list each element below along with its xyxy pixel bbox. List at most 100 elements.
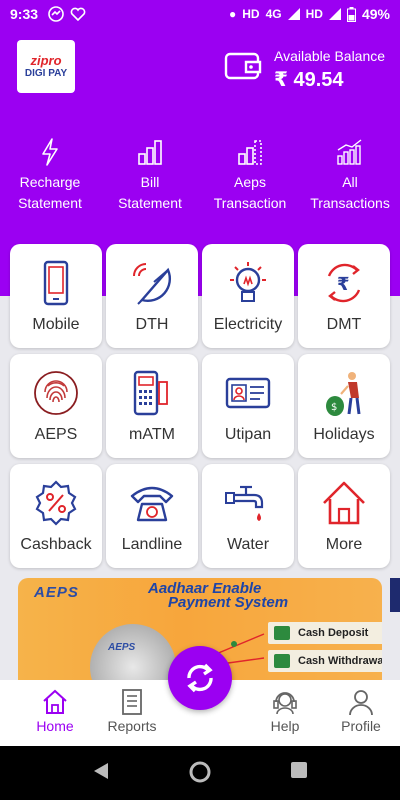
cash-icon	[274, 626, 290, 640]
service-water[interactable]: Water	[202, 464, 294, 568]
battery-icon	[346, 6, 356, 22]
service-label: mATM	[129, 426, 175, 443]
balance-amount: ₹ 49.54	[274, 69, 344, 91]
service-holidays[interactable]: $ Holidays	[298, 354, 390, 458]
service-label: Cashback	[20, 536, 92, 553]
mobile-icon	[43, 260, 69, 306]
service-label: Mobile	[32, 316, 80, 333]
bulb-icon	[230, 262, 266, 302]
quick-action-label: Transactions	[310, 195, 390, 211]
quick-action-all-transactions[interactable]: All Transactions	[302, 138, 398, 214]
service-utipan[interactable]: Utipan	[202, 354, 294, 458]
svg-text:₹: ₹	[337, 274, 350, 295]
service-landline[interactable]: Landline	[106, 464, 198, 568]
logo-line1: zipro	[30, 52, 62, 68]
bolt-icon	[42, 138, 58, 166]
service-label: Landline	[121, 536, 183, 553]
system-nav-bar	[0, 746, 400, 800]
banner-logo: AEPS	[34, 584, 79, 601]
nav-label: Home	[36, 718, 74, 734]
banner-pill-cash-deposit: Cash Deposit	[268, 622, 382, 644]
service-label: DMT	[326, 316, 362, 333]
messenger-icon	[48, 6, 64, 22]
bar-chart-icon	[238, 140, 262, 165]
quick-action-recharge-statement[interactable]: Recharge Statement	[2, 138, 98, 214]
cash-icon	[274, 654, 290, 668]
rupee-transfer-icon: ₹	[327, 263, 361, 303]
telephone-icon	[130, 486, 174, 522]
service-dth[interactable]: DTH	[106, 244, 198, 348]
heart-icon	[70, 7, 86, 22]
holidays-icon: $	[326, 372, 361, 416]
pill-label: Cash Deposit	[298, 627, 369, 639]
id-card-icon	[225, 377, 271, 409]
svg-text:$: $	[331, 402, 337, 413]
banner-pill-cash-withdrawal: Cash Withdrawal	[268, 650, 382, 672]
service-label: More	[325, 536, 363, 553]
service-label: Utipan	[224, 426, 272, 443]
quick-action-label: Statement	[18, 195, 82, 211]
bar-chart-icon	[138, 140, 162, 165]
home-icon	[43, 689, 67, 714]
nav-home[interactable]: Home	[20, 688, 90, 734]
balance-card[interactable]: Available Balance ₹ 49.54	[224, 46, 394, 96]
service-aeps[interactable]: AEPS	[10, 354, 102, 458]
nav-profile[interactable]: Profile	[326, 688, 396, 734]
quick-action-label: Aeps	[234, 174, 266, 190]
notification-icons	[48, 6, 86, 22]
reports-icon	[122, 689, 142, 715]
battery-percent: 49%	[361, 6, 390, 22]
service-label: Electricity	[213, 316, 283, 333]
percent-badge-icon	[35, 480, 77, 526]
service-label: Holidays	[313, 426, 375, 443]
refresh-fab[interactable]	[168, 646, 232, 710]
nav-reports[interactable]: Reports	[97, 688, 167, 734]
service-dmt[interactable]: ₹ DMT	[298, 244, 390, 348]
quick-action-label: Bill	[140, 174, 160, 190]
nav-label: Reports	[107, 718, 157, 734]
app-logo: zipro DIGI PAY	[17, 40, 75, 93]
refresh-icon	[187, 663, 213, 693]
service-label: AEPS	[34, 426, 78, 443]
next-banner-peek	[390, 578, 400, 612]
pos-machine-icon	[133, 370, 168, 416]
service-more[interactable]: More	[298, 464, 390, 568]
network-hd: HD	[242, 7, 260, 21]
signal-icon	[328, 8, 341, 20]
water-tap-icon	[225, 485, 264, 521]
nav-help[interactable]: Help	[250, 688, 320, 734]
status-time: 9:33	[10, 6, 39, 22]
logo-line2: DIGI PAY	[24, 67, 68, 79]
headset-icon	[273, 692, 297, 715]
service-mobile[interactable]: Mobile	[10, 244, 102, 348]
disc-label: AEPS	[108, 642, 136, 653]
nav-label: Help	[270, 718, 300, 734]
quick-action-label: All	[342, 174, 358, 190]
quick-action-aeps-transaction[interactable]: Aeps Transaction	[202, 138, 298, 214]
service-label: DTH	[135, 316, 169, 333]
satellite-dish-icon	[133, 263, 171, 305]
network-hd-2: HD	[305, 7, 323, 21]
dot-icon: ●	[229, 7, 237, 21]
network-4g: 4G	[265, 7, 282, 21]
trend-chart-icon	[337, 139, 362, 165]
service-electricity[interactable]: Electricity	[202, 244, 294, 348]
service-cashback[interactable]: Cashback	[10, 464, 102, 568]
nav-label: Profile	[341, 718, 381, 734]
quick-action-label: Transaction	[213, 195, 287, 211]
recents-icon[interactable]	[290, 761, 308, 779]
quick-action-label: Recharge	[19, 174, 81, 190]
pill-label: Cash Withdrawal	[298, 655, 382, 667]
wallet-icon	[224, 52, 262, 80]
service-label: Water	[226, 536, 270, 553]
back-icon[interactable]	[92, 761, 110, 781]
balance-label: Available Balance	[274, 48, 386, 64]
quick-action-bill-statement[interactable]: Bill Statement	[102, 138, 198, 214]
signal-icon	[287, 8, 300, 20]
service-matm[interactable]: mATM	[106, 354, 198, 458]
house-icon	[323, 481, 365, 525]
quick-action-label: Statement	[118, 195, 182, 211]
status-bar: 9:33 ● HD 4G HD 49%	[0, 0, 400, 28]
person-icon	[349, 690, 373, 716]
home-button-icon[interactable]	[189, 761, 211, 783]
